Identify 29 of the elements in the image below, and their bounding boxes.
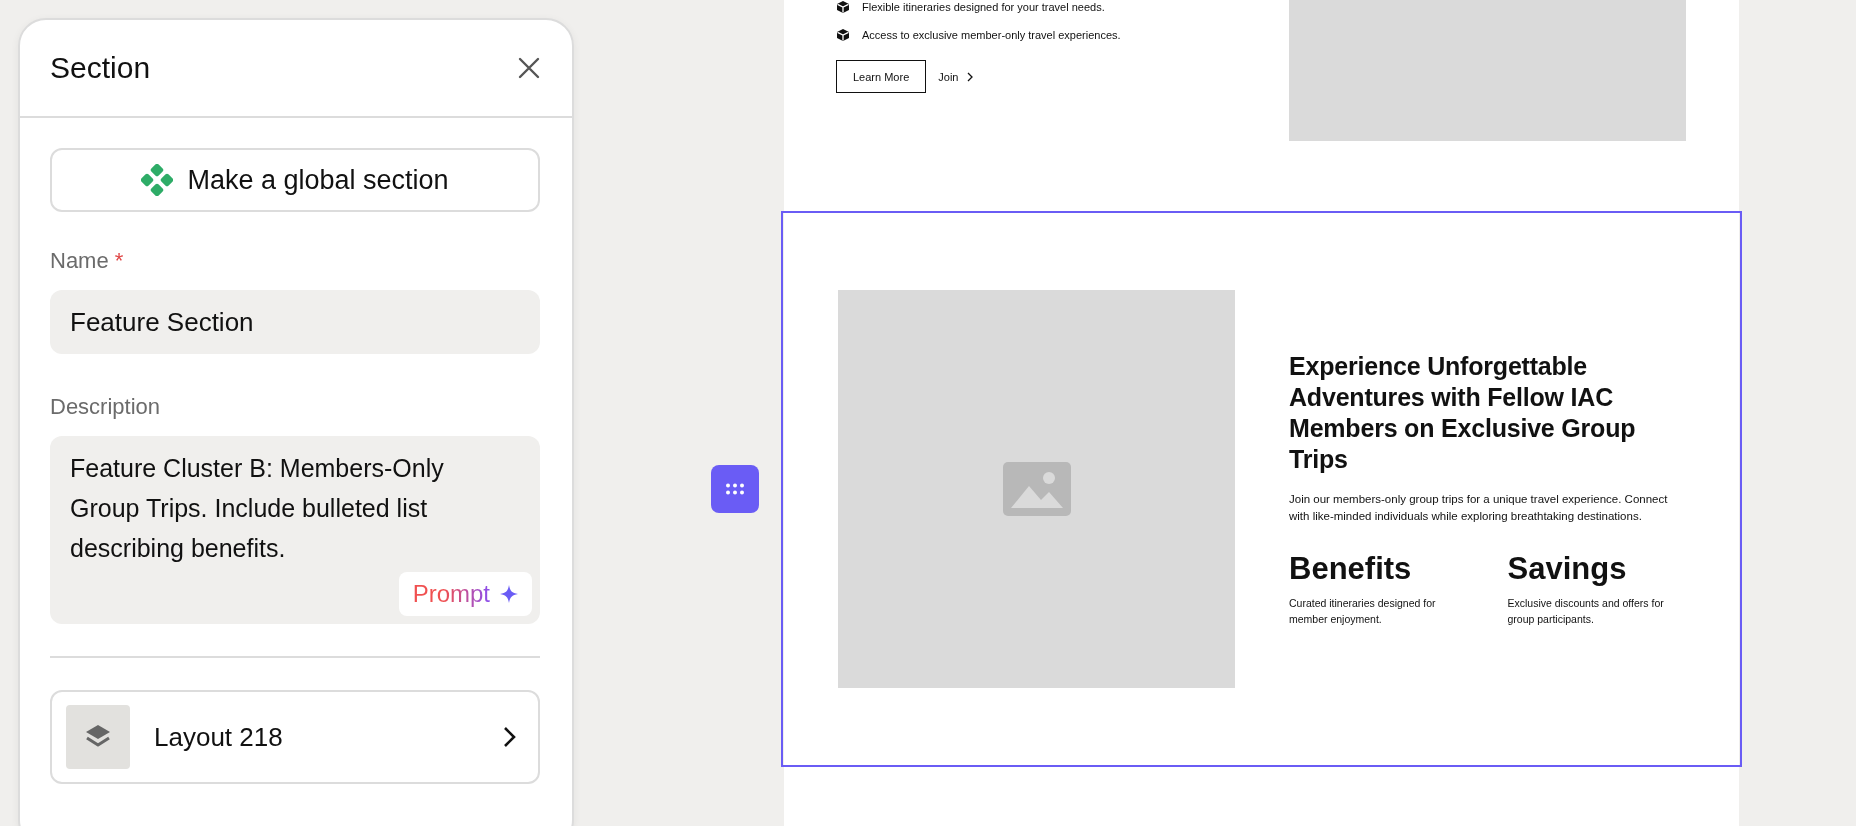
component-icon <box>141 164 174 196</box>
chevron-right-icon <box>966 71 975 82</box>
learn-more-button[interactable]: Learn More <box>836 60 927 93</box>
field-label: Description <box>50 394 161 420</box>
close-icon[interactable] <box>518 57 540 79</box>
field-label: Name <box>50 248 109 274</box>
make-global-section-button[interactable]: Make a global section <box>50 148 540 212</box>
chevron-right-icon <box>502 725 518 749</box>
feature-title: Benefits <box>1289 551 1413 587</box>
sparkle-icon <box>500 585 518 603</box>
layout-card[interactable]: Layout 218 <box>50 690 540 784</box>
bullet-text: Flexible itineraries designed for your travel needs. <box>862 1 1105 13</box>
layers-icon <box>66 705 130 769</box>
description-text-area[interactable]: Feature Cluster B: Members-Only Group Trips. Include bulleted list describing benefits. Prompt <box>50 436 540 624</box>
feature-title: Savings <box>1507 551 1628 587</box>
section-heading: Experience Unforgettable Adventures with Fellow IAC Members on Exclusive Group Trips <box>1289 351 1637 475</box>
drag-handle[interactable] <box>711 465 759 513</box>
name-input-field[interactable]: Feature Section <box>50 290 540 354</box>
section-body-text: Join our members-only group trips for a unique travel experience. Connect with like-minded individuals while exploring breathtaking destinations. <box>1289 492 1669 524</box>
join-link[interactable]: Join <box>938 70 975 83</box>
description-text: Feature Cluster B: Members-Only Group Trips. Include bulleted list describing benefits. <box>70 453 445 564</box>
image-icon <box>1002 462 1071 516</box>
feature-text: Exclusive discounts and offers for group participants. <box>1507 596 1665 627</box>
feature-text: Curated itineraries designed for member enjoyment. <box>1289 596 1437 627</box>
panel-title: Section <box>50 51 151 85</box>
required-asterisk: * <box>114 248 124 274</box>
prompt-button[interactable]: Prompt <box>398 572 532 616</box>
cube-icon <box>836 28 850 42</box>
bullet-text: Access to exclusive member-only travel experiences. <box>862 29 1121 41</box>
